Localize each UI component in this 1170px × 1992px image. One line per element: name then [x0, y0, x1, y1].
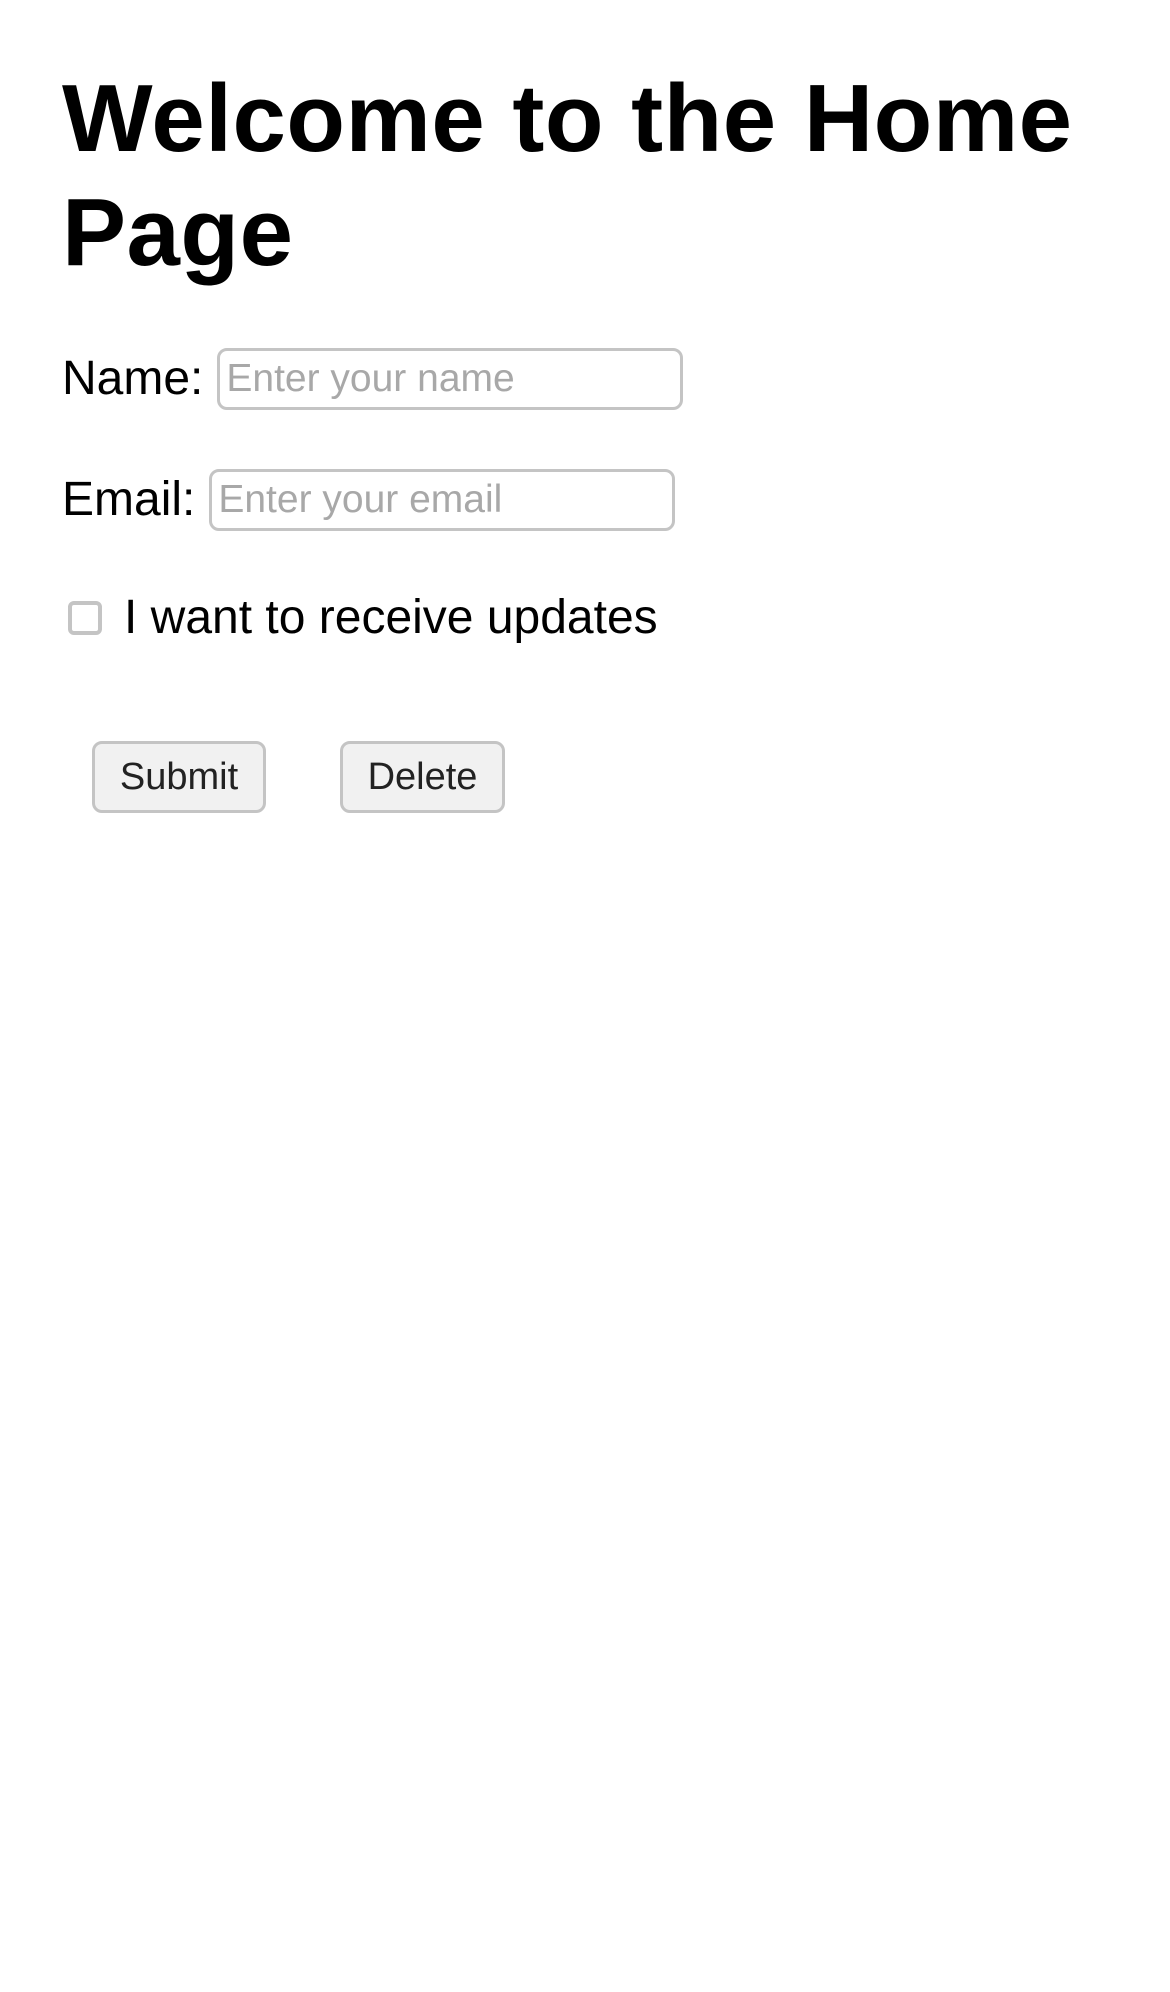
email-input[interactable] [209, 469, 676, 531]
name-input[interactable] [217, 348, 684, 410]
updates-checkbox[interactable] [68, 601, 102, 635]
submit-button[interactable]: Submit [92, 741, 266, 813]
delete-button[interactable]: Delete [340, 741, 505, 813]
page-title: Welcome to the Home Page [62, 65, 1073, 286]
name-row: Name: [62, 346, 1130, 412]
updates-row: I want to receive updates [62, 585, 1130, 651]
home-page: Welcome to the Home Page Name: Email: I … [0, 0, 1170, 1992]
form-actions: Submit Delete [62, 741, 1130, 813]
name-label: Name: [62, 352, 204, 405]
email-label: Email: [62, 473, 196, 526]
updates-label: I want to receive updates [124, 591, 658, 644]
email-row: Email: [62, 467, 1130, 533]
